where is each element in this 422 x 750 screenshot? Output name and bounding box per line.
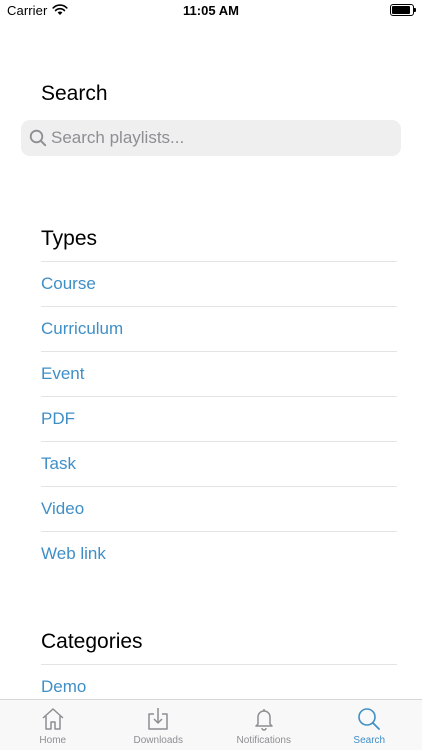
- type-web-link[interactable]: Web link: [41, 531, 397, 576]
- type-task[interactable]: Task: [41, 441, 397, 486]
- tab-home-label: Home: [39, 735, 67, 746]
- type-curriculum[interactable]: Curriculum: [41, 306, 397, 351]
- status-time: 11:05 AM: [183, 3, 239, 18]
- type-course[interactable]: Course: [41, 261, 397, 306]
- tab-downloads-label: Downloads: [133, 735, 183, 746]
- tab-bar: Home Downloads Notifications Search: [0, 699, 422, 750]
- type-pdf[interactable]: PDF: [41, 396, 397, 441]
- bell-icon: [255, 709, 273, 731]
- type-event[interactable]: Event: [41, 351, 397, 396]
- categories-title: Categories: [41, 630, 143, 653]
- download-icon: [148, 708, 168, 730]
- search-icon: [358, 708, 381, 730]
- tab-search-label: Search: [353, 735, 386, 746]
- battery-level: [392, 6, 410, 14]
- types-title: Types: [41, 227, 98, 250]
- search-icon: [29, 129, 47, 147]
- search-bar[interactable]: [21, 120, 401, 156]
- tab-notifications[interactable]: Notifications: [211, 700, 317, 750]
- tab-downloads[interactable]: Downloads: [106, 700, 212, 750]
- home-icon: [42, 708, 64, 730]
- type-video[interactable]: Video: [41, 486, 397, 531]
- search-input[interactable]: [51, 120, 391, 156]
- search-title: Search: [41, 82, 108, 105]
- tab-home[interactable]: Home: [0, 700, 106, 750]
- status-bar: Carrier 11:05 AM: [0, 0, 422, 22]
- types-list: Course Curriculum Event PDF Task Video W…: [41, 261, 397, 576]
- tab-search[interactable]: Search: [317, 700, 422, 750]
- battery-icon: [390, 4, 416, 16]
- tab-notifications-label: Notifications: [236, 735, 291, 746]
